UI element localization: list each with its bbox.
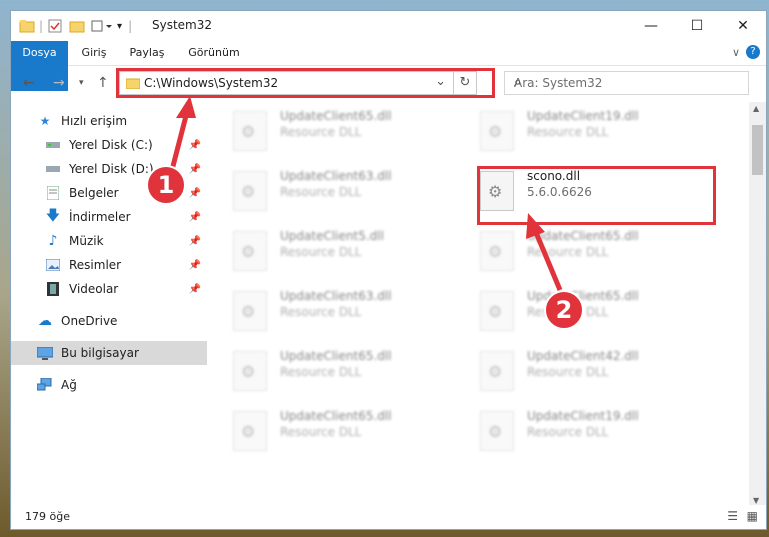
arrow-2-line	[532, 229, 563, 291]
arrow-2-head	[526, 213, 545, 239]
annotation-arrows	[169, 96, 563, 291]
arrow-1-head	[176, 96, 196, 118]
arrow-1-line	[169, 111, 190, 171]
step-badge-1: 1	[146, 165, 186, 205]
step-badge-2: 2	[544, 290, 584, 330]
